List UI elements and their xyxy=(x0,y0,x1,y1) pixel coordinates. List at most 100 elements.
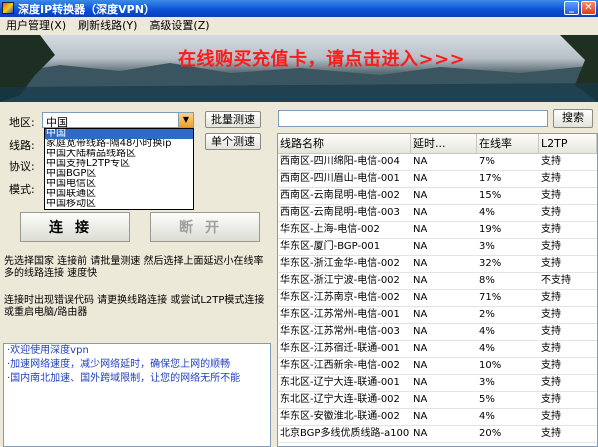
cell-line-name: 华东区-厦门-BGP-001 xyxy=(280,241,381,252)
cell-line-name: 华东区-浙江金华-电信-002 xyxy=(280,258,400,269)
cell-line-name: 西南区-云南昆明-电信-002 xyxy=(280,190,400,201)
cell-online-rate: 15% xyxy=(479,190,502,201)
cell-latency: NA xyxy=(413,411,428,422)
table-row[interactable]: 西南区-四川眉山-电信-001 NA 17% 支持 xyxy=(278,171,597,188)
menu-user-management[interactable]: 用户管理(X) xyxy=(0,17,72,35)
table-body: 西南区-四川绵阳-电信-004 NA 7% 支持 西南区-四川眉山-电信-001 NA 17… xyxy=(278,154,597,443)
cell-line-name: 华东区-江苏常州-电信-003 xyxy=(280,326,400,337)
news-item[interactable]: ·加速网络速度，减少网络延时，确保您上网的顺畅 xyxy=(4,358,270,372)
batch-test-button[interactable]: 批量测速 xyxy=(205,111,261,128)
dropdown-option[interactable]: 中国 xyxy=(45,129,193,139)
cell-online-rate: 17% xyxy=(479,173,502,184)
dropdown-option[interactable]: 家庭宽带线路-隔48小时换ip xyxy=(45,139,193,149)
menu-advanced-settings[interactable]: 高级设置(Z) xyxy=(143,17,215,35)
cell-l2tp: 支持 xyxy=(541,224,561,235)
region-label: 地区: xyxy=(9,116,35,129)
cell-l2tp: 支持 xyxy=(541,309,561,320)
cell-latency: NA xyxy=(413,394,428,405)
single-test-button[interactable]: 单个测速 xyxy=(205,133,261,150)
close-icon[interactable]: ✕ xyxy=(581,1,596,15)
table-row[interactable]: 西南区-云南昆明-电信-003 NA 4% 支持 xyxy=(278,205,597,222)
cell-line-name: 东北区-辽宁大连-联通-001 xyxy=(280,377,400,388)
dropdown-option[interactable]: 中国大陆精品线路区 xyxy=(45,149,193,159)
cell-l2tp: 不支持 xyxy=(541,275,571,286)
cell-online-rate: 4% xyxy=(479,411,495,422)
connect-button[interactable]: 连接 xyxy=(20,212,130,242)
table-row[interactable]: 东北区-辽宁大连-联通-002 NA 5% 支持 xyxy=(278,392,597,409)
cell-online-rate: 5% xyxy=(479,394,495,405)
cell-l2tp: 支持 xyxy=(541,258,561,269)
menu-refresh-lines[interactable]: 刷新线路(Y) xyxy=(72,17,143,35)
cell-line-name: 华东区-江苏常州-电信-001 xyxy=(280,309,400,320)
cell-latency: NA xyxy=(413,241,428,252)
dropdown-option[interactable]: 中国支持L2TP专区 xyxy=(45,159,193,169)
disconnect-button[interactable]: 断开 xyxy=(150,212,260,242)
cell-line-name: 西南区-云南昆明-电信-003 xyxy=(280,207,400,218)
table-row[interactable]: 华东区-江苏南京-电信-002 NA 71% 支持 xyxy=(278,290,597,307)
title-bar[interactable]: 深度IP转换器（深度VPN） _ ✕ xyxy=(0,0,598,17)
cell-l2tp: 支持 xyxy=(541,156,561,167)
mode-label: 模式: xyxy=(9,183,35,196)
dropdown-option[interactable]: 中国BGP区 xyxy=(45,169,193,179)
search-button[interactable]: 搜索 xyxy=(553,109,593,128)
cell-latency: NA xyxy=(413,377,428,388)
table-row[interactable]: 华东区-江苏常州-电信-003 NA 4% 支持 xyxy=(278,324,597,341)
cell-online-rate: 2% xyxy=(479,309,495,320)
region-select[interactable]: 中国 ▼ xyxy=(42,112,194,129)
news-item[interactable]: ·欢迎使用深度vpn xyxy=(4,344,270,358)
column-header-name[interactable]: 线路名称 xyxy=(278,134,411,153)
table-row[interactable]: 华东区-江苏常州-电信-001 NA 2% 支持 xyxy=(278,307,597,324)
table-row[interactable]: 北京BGP多线优质线路-a100 NA 20% 支持 xyxy=(278,426,597,443)
cell-line-name: 华东区-安徽淮北-联通-002 xyxy=(280,411,400,422)
table-row[interactable]: 华东区-江苏宿迁-联通-001 NA 4% 支持 xyxy=(278,341,597,358)
region-dropdown-list[interactable]: 中国 家庭宽带线路-隔48小时换ip 中国大陆精品线路区 中国支持L2TP专区 … xyxy=(44,128,194,210)
app-window: 深度IP转换器（深度VPN） _ ✕ 用户管理(X) 刷新线路(Y) 高级设置(… xyxy=(0,0,598,447)
cell-l2tp: 支持 xyxy=(541,326,561,337)
cell-line-name: 西南区-四川眉山-电信-001 xyxy=(280,173,400,184)
news-panel: ·欢迎使用深度vpn ·加速网络速度，减少网络延时，确保您上网的顺畅 ·国内南北… xyxy=(3,343,271,447)
table-row[interactable]: 华东区-厦门-BGP-001 NA 3% 支持 xyxy=(278,239,597,256)
search-input[interactable] xyxy=(278,110,548,127)
cell-l2tp: 支持 xyxy=(541,360,561,371)
cell-line-name: 北京BGP多线优质线路-a100 xyxy=(280,428,410,439)
promo-banner[interactable]: 在线购买充值卡，请点击进入>>> xyxy=(0,35,598,102)
cell-latency: NA xyxy=(413,224,428,235)
cell-online-rate: 20% xyxy=(479,428,502,439)
cell-l2tp: 支持 xyxy=(541,241,561,252)
cell-latency: NA xyxy=(413,275,428,286)
cell-online-rate: 7% xyxy=(479,156,495,167)
cell-online-rate: 3% xyxy=(479,377,495,388)
table-row[interactable]: 华东区-江西新余-电信-002 NA 10% 支持 xyxy=(278,358,597,375)
table-row[interactable]: 西南区-云南昆明-电信-002 NA 15% 支持 xyxy=(278,188,597,205)
cell-l2tp: 支持 xyxy=(541,292,561,303)
table-row[interactable]: 华东区-上海-电信-002 NA 19% 支持 xyxy=(278,222,597,239)
cell-latency: NA xyxy=(413,360,428,371)
column-header-latency[interactable]: 延时... xyxy=(411,134,477,153)
table-row[interactable]: 西南区-四川绵阳-电信-004 NA 7% 支持 xyxy=(278,154,597,171)
news-item[interactable]: ·国内南北加速、国外跨域限制，让您的网络无所不能 xyxy=(4,372,270,386)
cell-latency: NA xyxy=(413,343,428,354)
cell-l2tp: 支持 xyxy=(541,343,561,354)
cell-line-name: 东北区-辽宁大连-联通-002 xyxy=(280,394,400,405)
table-row[interactable]: 华东区-浙江宁波-电信-002 NA 8% 不支持 xyxy=(278,273,597,290)
cell-latency: NA xyxy=(413,190,428,201)
cell-online-rate: 4% xyxy=(479,343,495,354)
cell-l2tp: 支持 xyxy=(541,377,561,388)
column-header-l2tp[interactable]: L2TP xyxy=(539,134,597,153)
cell-line-name: 华东区-江苏宿迁-联通-001 xyxy=(280,343,400,354)
table-row[interactable]: 华东区-安徽淮北-联通-002 NA 4% 支持 xyxy=(278,409,597,426)
cell-latency: NA xyxy=(413,326,428,337)
dropdown-option[interactable]: 中国移动区 xyxy=(45,199,193,209)
cell-online-rate: 32% xyxy=(479,258,502,269)
dropdown-option[interactable]: 中国电信区 xyxy=(45,179,193,189)
cell-online-rate: 71% xyxy=(479,292,502,303)
minimize-icon[interactable]: _ xyxy=(564,1,579,15)
banner-link-text[interactable]: 在线购买充值卡，请点击进入>>> xyxy=(178,45,465,71)
chevron-down-icon[interactable]: ▼ xyxy=(178,113,193,127)
column-header-online-rate[interactable]: 在线率 xyxy=(477,134,539,153)
cell-l2tp: 支持 xyxy=(541,190,561,201)
cell-l2tp: 支持 xyxy=(541,428,561,439)
dropdown-option[interactable]: 中国联通区 xyxy=(45,189,193,199)
table-row[interactable]: 华东区-浙江金华-电信-002 NA 32% 支持 xyxy=(278,256,597,273)
table-row[interactable]: 东北区-辽宁大连-联通-001 NA 3% 支持 xyxy=(278,375,597,392)
